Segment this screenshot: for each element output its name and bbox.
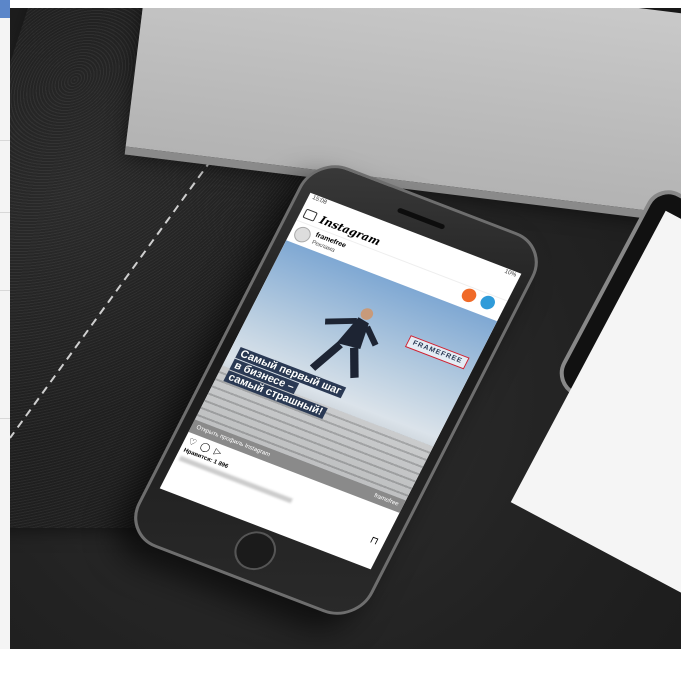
phone-speaker [396,207,446,230]
left-edge [0,0,10,679]
brand-logo: FRAMEFREE [405,335,470,370]
bookmark-icon[interactable]: ⊓ [368,535,380,548]
comment-icon[interactable]: ◯ [198,440,213,453]
home-button [227,525,284,576]
share-icon[interactable]: ▷ [212,446,224,458]
bottom-white-strip [0,649,681,679]
tablet-device [510,181,681,609]
corner-accent [0,0,10,18]
heart-icon[interactable]: ♡ [186,436,199,449]
photo-scene: 15:08 10% Instagram framefree Реклама FR… [10,8,681,649]
avatar[interactable] [291,224,314,245]
camera-icon[interactable] [302,208,319,222]
